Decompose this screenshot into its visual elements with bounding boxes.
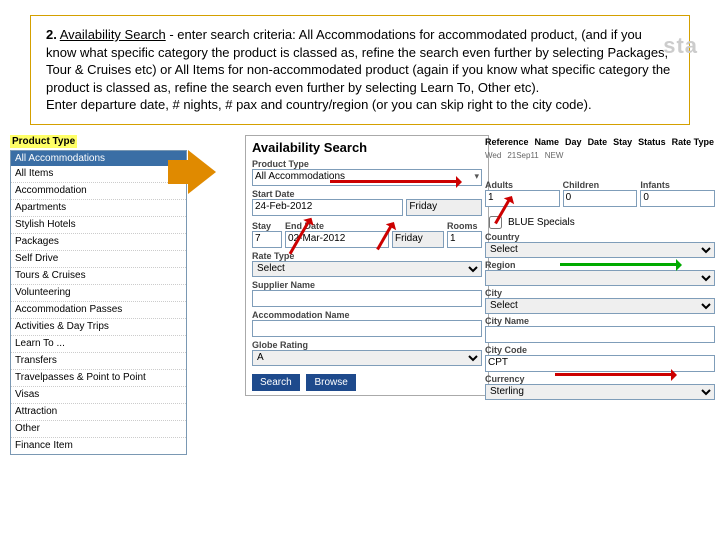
product-type-option[interactable]: Visas [11, 387, 186, 404]
orange-arrow-icon [188, 150, 216, 194]
globe-rating-label: Globe Rating [252, 340, 482, 350]
city-name-input[interactable] [485, 326, 715, 343]
accommodation-name-input[interactable] [252, 320, 482, 337]
start-day-label [406, 189, 482, 199]
adults-input[interactable]: 1 [485, 190, 560, 207]
col-rate-type: Rate Type [672, 137, 714, 147]
product-type-option[interactable]: Finance Item [11, 438, 186, 454]
col-status: Status [638, 137, 666, 147]
rate-type-select[interactable]: Select [252, 261, 482, 277]
booking-header: Reference Name Day Date Stay Status Rate… [485, 135, 715, 149]
stay-input[interactable]: 7 [252, 231, 282, 248]
green-arrow-1 [560, 263, 680, 266]
product-type-option[interactable]: Learn To ... [11, 336, 186, 353]
sta-logo: sta [663, 33, 698, 59]
product-type-option[interactable]: Volunteering [11, 285, 186, 302]
product-type-label: Product Type [10, 135, 77, 148]
blue-specials-checkbox[interactable]: BLUE Specials [485, 213, 715, 232]
col-date: Date [588, 137, 608, 147]
globe-rating-select[interactable]: A [252, 350, 482, 366]
product-type-option[interactable]: Stylish Hotels [11, 217, 186, 234]
country-select[interactable]: Select [485, 242, 715, 258]
product-type-option[interactable]: Transfers [11, 353, 186, 370]
product-type-option[interactable]: Travelpasses & Point to Point [11, 370, 186, 387]
region-select[interactable] [485, 270, 715, 286]
red-arrow-1 [330, 180, 460, 183]
instruction-text-2: Enter departure date, # nights, # pax an… [46, 97, 592, 112]
infants-input[interactable]: 0 [640, 190, 715, 207]
product-type-option[interactable]: Activities & Day Trips [11, 319, 186, 336]
adults-label: Adults [485, 180, 560, 190]
product-type-dropdown[interactable]: All Accommodations All ItemsAccommodatio… [10, 150, 187, 455]
accommodation-name-label: Accommodation Name [252, 310, 482, 320]
instruction-box: 2. Availability Search - enter search cr… [30, 15, 690, 125]
currency-select[interactable]: Sterling [485, 384, 715, 400]
col-name: Name [535, 137, 560, 147]
rooms-label: Rooms [447, 221, 482, 231]
col-reference: Reference [485, 137, 529, 147]
product-type-option[interactable]: All Items [11, 166, 186, 183]
product-type-option[interactable]: Self Drive [11, 251, 186, 268]
country-label: Country [485, 232, 715, 242]
product-type-option[interactable]: Accommodation Passes [11, 302, 186, 319]
step-number: 2. [46, 27, 57, 42]
city-select[interactable]: Select [485, 298, 715, 314]
infants-label: Infants [640, 180, 715, 190]
supplier-name-label: Supplier Name [252, 280, 482, 290]
blue-specials-label: BLUE Specials [508, 217, 575, 228]
stay-label: Stay [252, 221, 282, 231]
supplier-name-input[interactable] [252, 290, 482, 307]
city-name-label: City Name [485, 316, 715, 326]
product-type-option[interactable]: Other [11, 421, 186, 438]
product-type-option[interactable]: Apartments [11, 200, 186, 217]
col-day: Day [565, 137, 582, 147]
product-type-selected[interactable]: All Accommodations [11, 151, 186, 166]
avail-search-link[interactable]: Availability Search [60, 27, 166, 42]
browse-button[interactable]: Browse [306, 374, 355, 391]
end-date-label: End Date [285, 221, 389, 231]
product-type-option[interactable]: Accommodation [11, 183, 186, 200]
end-day-value: Friday [392, 231, 444, 248]
product-type-option[interactable]: Packages [11, 234, 186, 251]
product-type-field[interactable]: All Accommodations ▾ [252, 169, 482, 186]
city-code-label: City Code [485, 345, 715, 355]
product-type-option[interactable]: Tours & Cruises [11, 268, 186, 285]
product-type-option[interactable]: Attraction [11, 404, 186, 421]
rate-type-label: Rate Type [252, 251, 482, 261]
red-arrow-5 [555, 373, 675, 376]
city-label: City [485, 288, 715, 298]
availability-title: Availability Search [252, 140, 482, 155]
col-stay: Stay [613, 137, 632, 147]
product-type-block: Product Type All Accommodations All Item… [10, 135, 187, 455]
search-button[interactable]: Search [252, 374, 300, 391]
availability-panel: Availability Search Product Type All Acc… [245, 135, 489, 396]
children-input[interactable]: 0 [563, 190, 638, 207]
booking-row: Wed 21Sep11 NEW [485, 149, 715, 162]
start-date-input[interactable]: 24-Feb-2012 [252, 199, 403, 216]
children-label: Children [563, 180, 638, 190]
product-type-field-label: Product Type [252, 159, 482, 169]
rooms-input[interactable]: 1 [447, 231, 482, 248]
dropdown-icon[interactable]: ▾ [474, 171, 479, 182]
start-date-label: Start Date [252, 189, 403, 199]
start-day-value: Friday [406, 199, 482, 216]
